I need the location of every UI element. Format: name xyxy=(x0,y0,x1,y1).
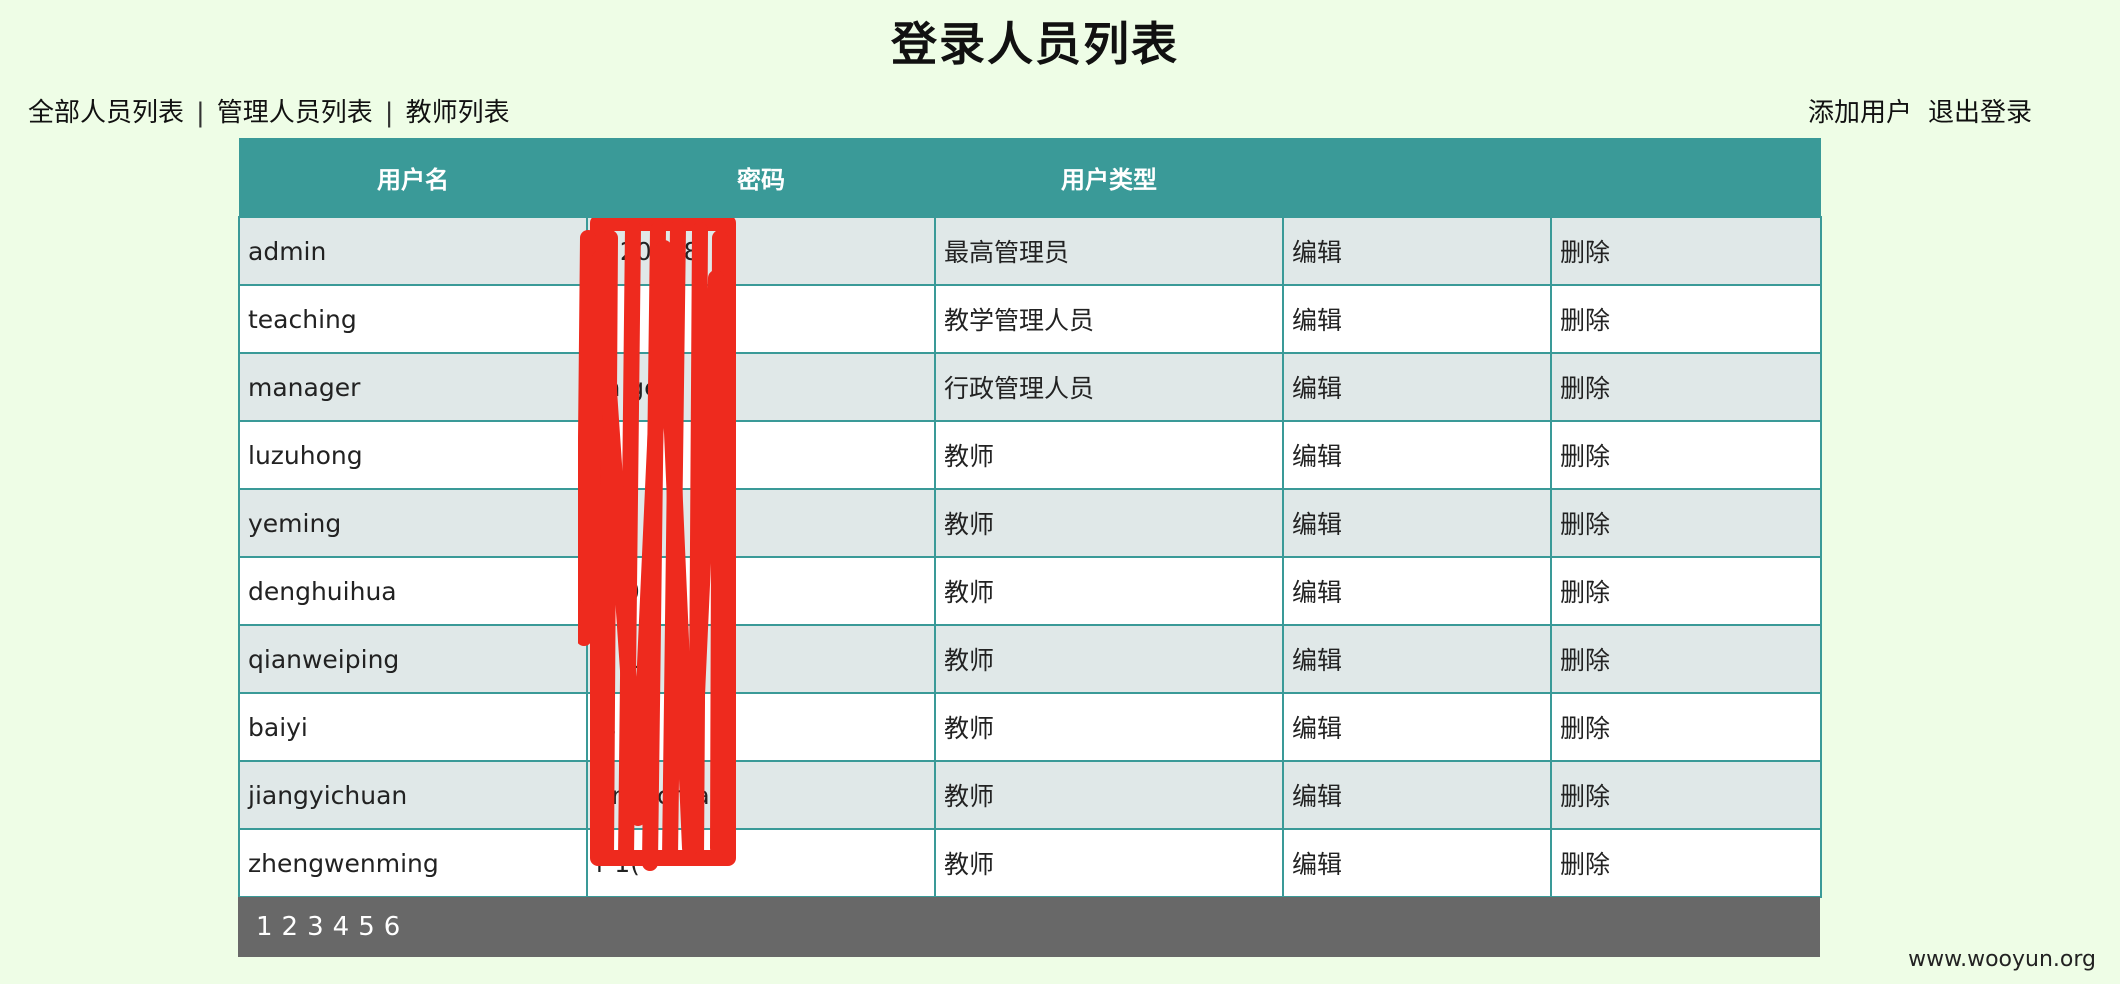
table-row: manager m ge 行政管理人员 编辑 删除 xyxy=(238,352,1822,422)
column-header-username: 用户名 xyxy=(239,138,587,217)
cell-password: 0 6 xyxy=(586,488,936,558)
nav-admin-users-link[interactable]: 管理人员列表 xyxy=(217,98,373,128)
column-header-user-type: 用户类型 xyxy=(935,138,1283,217)
cell-username: denghuihua xyxy=(238,556,588,626)
edit-link[interactable]: 编辑 xyxy=(1282,624,1552,694)
column-header-password: 密码 xyxy=(587,138,935,217)
cell-username: yeming xyxy=(238,488,588,558)
table-row: baiyi ls 10 教师 编辑 删除 xyxy=(238,692,1822,762)
cell-user-type: 教学管理人员 xyxy=(934,284,1284,354)
pagination: 123456 xyxy=(238,897,1820,957)
edit-link[interactable]: 编辑 xyxy=(1282,556,1552,626)
edit-link[interactable]: 编辑 xyxy=(1282,284,1552,354)
watermark: www.wooyun.org xyxy=(1908,947,2096,972)
cell-user-type: 教师 xyxy=(934,420,1284,490)
cell-username: baiyi xyxy=(238,692,588,762)
delete-link[interactable]: 删除 xyxy=(1550,692,1822,762)
cell-user-type: 教师 xyxy=(934,692,1284,762)
table-row: luzuhong 0 教师 编辑 删除 xyxy=(238,420,1822,490)
edit-link[interactable]: 编辑 xyxy=(1282,828,1552,898)
page-link[interactable]: 2 xyxy=(282,912,299,942)
page-link[interactable]: 3 xyxy=(307,912,324,942)
cell-password: an yich an xyxy=(586,760,936,830)
page-link[interactable]: 1 xyxy=(256,912,273,942)
edit-link[interactable]: 编辑 xyxy=(1282,488,1552,558)
cell-user-type: 教师 xyxy=(934,624,1284,694)
cell-user-type: 行政管理人员 xyxy=(934,352,1284,422)
cell-password: ls 0 xyxy=(586,556,936,626)
logout-link[interactable]: 退出登录 xyxy=(1928,98,2032,128)
cell-user-type: 最高管理员 xyxy=(934,216,1284,286)
nav-links: 全部人员列表 | 管理人员列表 | 教师列表 xyxy=(28,92,510,129)
delete-link[interactable]: 删除 xyxy=(1550,828,1822,898)
table-row: yeming 0 6 教师 编辑 删除 xyxy=(238,488,1822,558)
cell-username: jiangyichuan xyxy=(238,760,588,830)
cell-username: luzuhong xyxy=(238,420,588,490)
cell-user-type: 教师 xyxy=(934,760,1284,830)
cell-password: r 1( xyxy=(586,828,936,898)
page-link[interactable]: 4 xyxy=(333,912,350,942)
nav-separator: | xyxy=(384,98,394,128)
cell-password: m ge xyxy=(586,352,936,422)
user-table: 用户名 密码 用户类型 admin 5 20808 最高管理员 编辑 删除 teachin… xyxy=(238,138,1822,898)
nav-separator: | xyxy=(196,98,205,128)
cell-password: 5 20808 xyxy=(586,216,936,286)
table-row: admin 5 20808 最高管理员 编辑 删除 xyxy=(238,216,1822,286)
delete-link[interactable]: 删除 xyxy=(1550,420,1822,490)
nav-all-users-link[interactable]: 全部人员列表 xyxy=(28,98,184,128)
table-row: teaching hi 教学管理人员 编辑 删除 xyxy=(238,284,1822,354)
delete-link[interactable]: 删除 xyxy=(1550,488,1822,558)
cell-password: ls 10 xyxy=(586,692,936,762)
add-user-link[interactable]: 添加用户 xyxy=(1808,98,1912,128)
cell-user-type: 教师 xyxy=(934,556,1284,626)
user-actions: 添加用户 退出登录 xyxy=(1792,92,2032,129)
delete-link[interactable]: 删除 xyxy=(1550,760,1822,830)
delete-link[interactable]: 删除 xyxy=(1550,556,1822,626)
page-title: 登录人员列表 xyxy=(891,17,1179,71)
delete-link[interactable]: 删除 xyxy=(1550,284,1822,354)
cell-username: admin xyxy=(238,216,588,286)
nav-teachers-link[interactable]: 教师列表 xyxy=(406,98,510,128)
edit-link[interactable]: 编辑 xyxy=(1282,216,1552,286)
table-row: zhengwenming r 1(教师 编辑 删除 xyxy=(238,828,1822,898)
table-row: jiangyichuan an yich an 教师 编辑 删除 xyxy=(238,760,1822,830)
cell-user-type: 教师 xyxy=(934,828,1284,898)
delete-link[interactable]: 删除 xyxy=(1550,216,1822,286)
table-body: admin 5 20808 最高管理员 编辑 删除 teaching hi 教学管理人员 编辑删… xyxy=(238,216,1822,898)
page-link[interactable]: 5 xyxy=(358,912,375,942)
delete-link[interactable]: 删除 xyxy=(1550,352,1822,422)
cell-username: zhengwenming xyxy=(238,828,588,898)
cell-username: manager xyxy=(238,352,588,422)
cell-password: 0 xyxy=(586,420,936,490)
cell-username: qianweiping xyxy=(238,624,588,694)
edit-link[interactable]: 编辑 xyxy=(1282,352,1552,422)
edit-link[interactable]: 编辑 xyxy=(1282,420,1552,490)
cell-password: hi xyxy=(586,284,936,354)
edit-link[interactable]: 编辑 xyxy=(1282,760,1552,830)
cell-user-type: 教师 xyxy=(934,488,1284,558)
column-header-edit xyxy=(1283,138,1551,217)
page-link[interactable]: 6 xyxy=(384,912,401,942)
cell-username: teaching xyxy=(238,284,588,354)
column-header-delete xyxy=(1551,138,1821,217)
table-row: denghuihua ls 0 教师 编辑 删除 xyxy=(238,556,1822,626)
table-header-row: 用户名 密码 用户类型 xyxy=(239,138,1821,217)
edit-link[interactable]: 编辑 xyxy=(1282,692,1552,762)
table-row: qianweiping ls 10 教师 编辑 删除 xyxy=(238,624,1822,694)
delete-link[interactable]: 删除 xyxy=(1550,624,1822,694)
cell-password: ls 10 xyxy=(586,624,936,694)
